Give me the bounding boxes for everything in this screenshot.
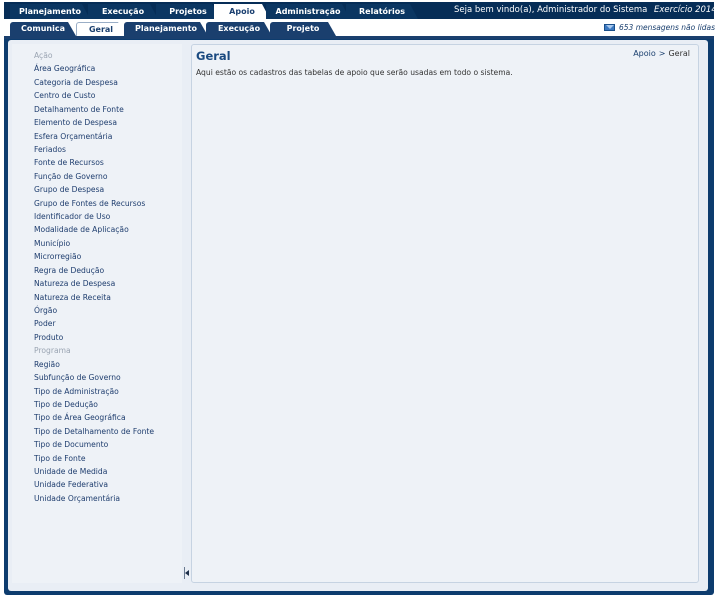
sidebar-item[interactable]: Identificador de Uso [34, 211, 110, 223]
sidebar-item[interactable]: Produto [34, 332, 63, 344]
top-navigation: Planejamento Execução Projetos Apoio Adm… [4, 2, 717, 19]
sidebar-item[interactable]: Tipo de Fonte [34, 453, 86, 465]
sidebar-item[interactable]: Grupo de Despesa [34, 184, 104, 196]
page-title: Geral [196, 49, 231, 63]
sidebar-item[interactable]: Função de Governo [34, 171, 108, 183]
sidebar-item[interactable]: Tipo de Dedução [34, 399, 98, 411]
sidebar-item[interactable]: Região [34, 359, 60, 371]
sidebar-item[interactable]: Elemento de Despesa [34, 117, 117, 129]
sidebar-item[interactable]: Poder [34, 318, 56, 330]
welcome-message: Seja bem vindo(a), Administrador do Sist… [454, 5, 648, 15]
sub-tab-geral[interactable]: Geral [76, 22, 126, 36]
collapse-sidebar-toggle[interactable] [184, 567, 190, 579]
sidebar-item[interactable]: Centro de Custo [34, 90, 95, 102]
main-panel: Geral Apoio > Geral Aqui estão os cadastro… [191, 44, 699, 583]
sidebar: Ação Área Geográfica Categoria de Despesa C… [12, 44, 182, 583]
sidebar-item[interactable]: Modalidade de Aplicação [34, 224, 129, 236]
sidebar-item[interactable]: Tipo de Documento [34, 439, 108, 451]
sidebar-item[interactable]: Órgão [34, 305, 57, 317]
sidebar-item[interactable]: Categoria de Despesa [34, 77, 118, 89]
breadcrumb-link-apoio[interactable]: Apoio [633, 49, 656, 58]
sidebar-item[interactable]: Tipo de Detalhamento de Fonte [34, 426, 154, 438]
sub-tab-execucao[interactable]: Execução [206, 22, 272, 36]
top-tab-relatorios[interactable]: Relatórios [346, 4, 418, 19]
sidebar-item[interactable]: Microrregião [34, 251, 81, 263]
top-tab-administracao[interactable]: Administração [266, 4, 350, 19]
page-description: Aqui estão os cadastros das tabelas de a… [196, 68, 513, 77]
sidebar-item[interactable]: Feriados [34, 144, 66, 156]
sub-navigation: Comunica Geral Planejamento Execução Pro… [4, 19, 715, 39]
exercise-year: Exercício 2014 [654, 5, 717, 15]
breadcrumb-current: Geral [668, 49, 690, 58]
top-tab-planejamento[interactable]: Planejamento [10, 4, 90, 19]
sidebar-item[interactable]: Fonte de Recursos [34, 157, 104, 169]
breadcrumb-separator: > [658, 49, 666, 58]
content-area: Ação Área Geográfica Categoria de Despesa C… [8, 40, 708, 591]
unread-messages-label: 653 mensagens não lidas [619, 23, 716, 32]
sidebar-item: Programa [34, 346, 71, 356]
unread-messages-link[interactable]: 653 mensagens não lidas [604, 23, 715, 32]
sidebar-item[interactable]: Unidade Federativa [34, 479, 108, 491]
app-frame: Planejamento Execução Projetos Apoio Adm… [4, 2, 717, 595]
sub-tab-comunica[interactable]: Comunica [10, 22, 76, 36]
sidebar-item[interactable]: Subfunção de Governo [34, 372, 121, 384]
sidebar-item[interactable]: Unidade de Medida [34, 466, 107, 478]
sidebar-item[interactable]: Esfera Orçamentária [34, 131, 112, 143]
sidebar-item: Ação [34, 51, 53, 60]
sidebar-item[interactable]: Natureza de Despesa [34, 278, 115, 290]
sidebar-item[interactable]: Detalhamento de Fonte [34, 104, 124, 116]
sidebar-item[interactable]: Grupo de Fontes de Recursos [34, 198, 145, 210]
sidebar-item[interactable]: Unidade Orçamentária [34, 493, 120, 505]
envelope-icon [604, 24, 615, 31]
sidebar-item[interactable]: Tipo de Administração [34, 386, 119, 398]
sidebar-item[interactable]: Natureza de Receita [34, 292, 111, 304]
sub-tab-planejamento[interactable]: Planejamento [124, 22, 208, 36]
sidebar-item[interactable]: Área Geográfica [34, 63, 95, 75]
breadcrumb: Apoio > Geral [633, 49, 690, 58]
top-tab-projetos[interactable]: Projetos [156, 4, 220, 19]
sidebar-item[interactable]: Município [34, 238, 70, 250]
sub-tab-projeto[interactable]: Projeto [270, 22, 336, 36]
top-tab-apoio[interactable]: Apoio [214, 4, 270, 19]
sidebar-item[interactable]: Tipo de Área Geográfica [34, 412, 126, 424]
top-tab-execucao[interactable]: Execução [88, 4, 158, 19]
sidebar-item[interactable]: Regra de Dedução [34, 265, 104, 277]
